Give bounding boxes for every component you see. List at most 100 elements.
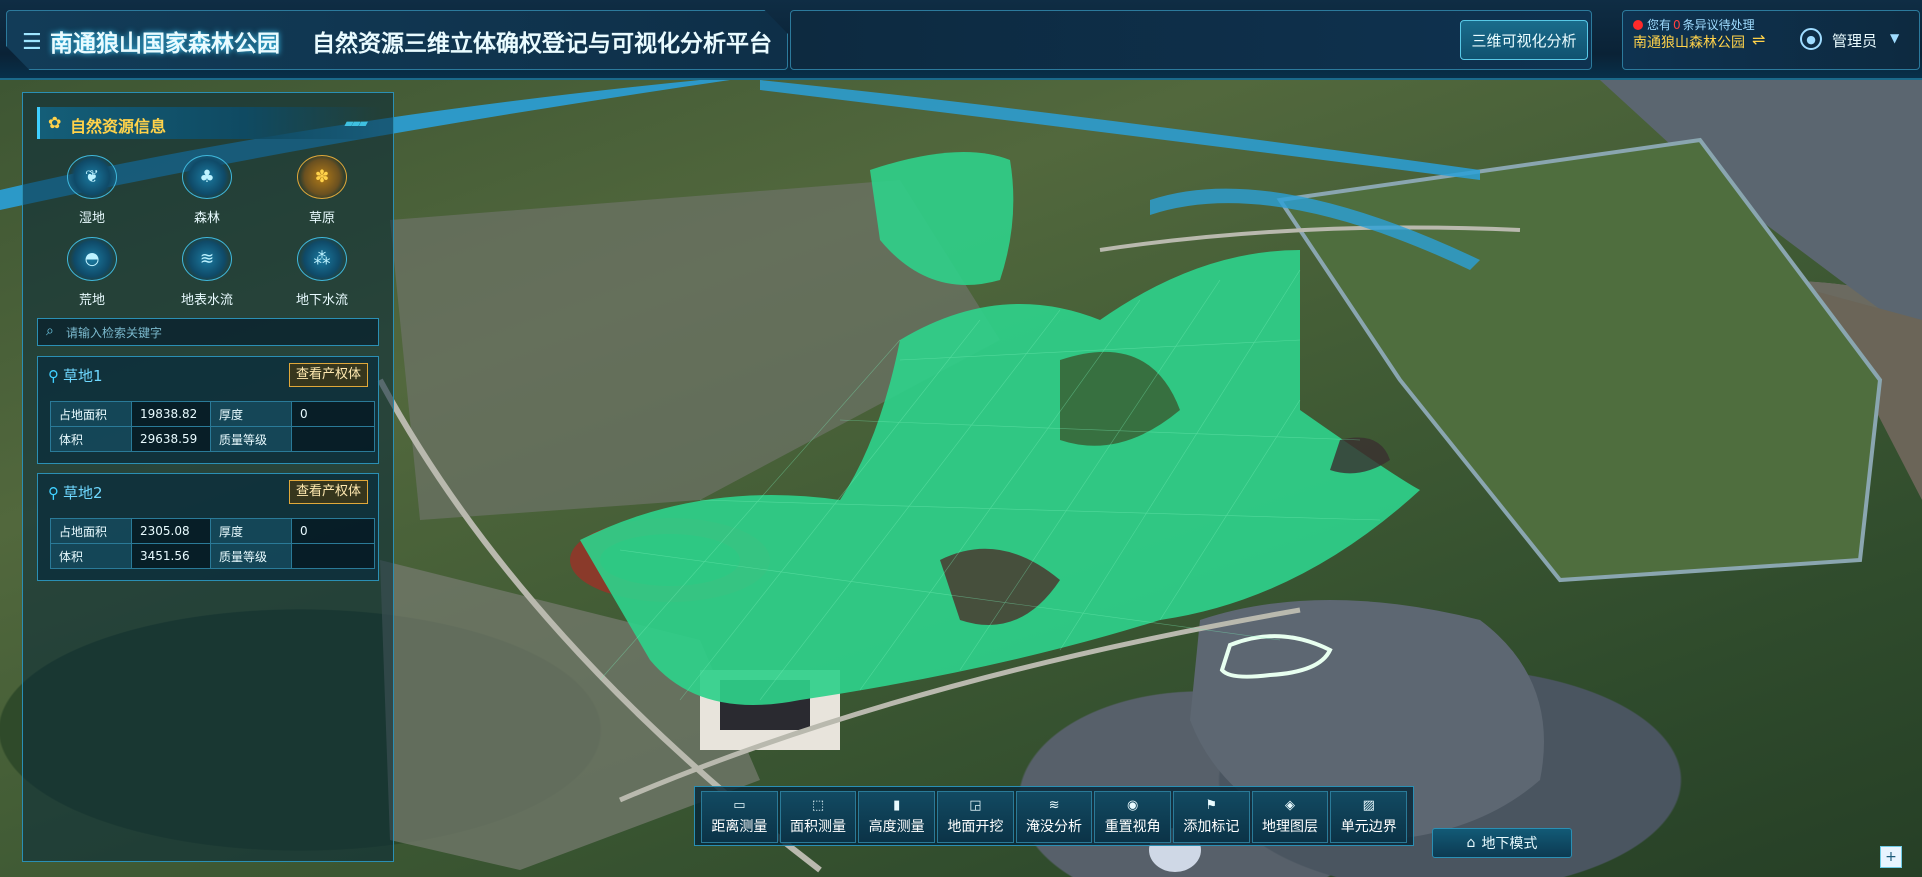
grassland-icon: ✽ (297, 155, 347, 199)
alert-dot-icon (1633, 20, 1643, 30)
grassland-card-2[interactable]: ⚲ 草地2 查看产权体 占地面积 2305.08 厚度 0 体积 3451.56 … (37, 473, 379, 581)
category-surface-water[interactable]: ≋ 地表水流 (152, 237, 262, 308)
volume-value: 3451.56 (131, 543, 211, 569)
tool-reset-view[interactable]: ◉ 重置视角 (1094, 791, 1172, 843)
thickness-value: 0 (291, 518, 375, 544)
platform-title: 自然资源三维立体确权登记与可视化分析平台 (312, 31, 772, 57)
quality-value (291, 543, 375, 569)
notice-suffix: 条异议待处理 (1682, 18, 1755, 32)
card-title-text: 草地1 (63, 367, 103, 385)
underground-mode-button[interactable]: ⌂ 地下模式 (1432, 828, 1572, 858)
card-title: ⚲ 草地1 (48, 365, 103, 386)
wetland-icon: ❦ (67, 155, 117, 199)
area-value: 2305.08 (131, 518, 211, 544)
search-input[interactable] (64, 322, 368, 344)
view-property-button[interactable]: 查看产权体 (288, 363, 368, 387)
category-wetland[interactable]: ❦ 湿地 (37, 155, 147, 226)
category-wasteland[interactable]: ◓ 荒地 (37, 237, 147, 308)
top-bar: ☰ 南通狼山国家森林公园 自然资源三维立体确权登记与可视化分析平台 三维可视化分… (0, 0, 1922, 80)
tool-label: 距离测量 (711, 819, 768, 835)
excavate-icon: ◲ (969, 798, 982, 813)
reset-view-icon: ◉ (1127, 798, 1139, 813)
tool-excavate[interactable]: ◲ 地面开挖 (937, 791, 1014, 843)
area-icon: ⬚ (811, 798, 825, 813)
area-label: 占地面积 (50, 401, 132, 427)
tool-label: 重置视角 (1104, 819, 1161, 835)
property-table: 占地面积 2305.08 厚度 0 体积 3451.56 质量等级 (50, 518, 375, 569)
decorative-stripes: ▰▰▰ (344, 116, 368, 130)
tool-label: 地理图层 (1262, 819, 1319, 835)
zoom-plus-icon[interactable]: + (1880, 846, 1902, 868)
chevron-down-icon[interactable]: ▼ (1890, 31, 1899, 45)
category-label: 草原 (308, 211, 335, 226)
tool-area-measure[interactable]: ⬚ 面积测量 (779, 791, 857, 843)
category-label: 地下水流 (295, 293, 348, 308)
org-name: 南通狼山森林公园 (1633, 35, 1745, 51)
card-title: ⚲ 草地2 (48, 482, 103, 503)
quality-value (291, 426, 375, 452)
view-property-button[interactable]: 查看产权体 (288, 480, 368, 504)
volume-value: 29638.59 (131, 426, 211, 452)
notice-prefix: 您有 (1647, 18, 1672, 32)
park-name: 南通狼山国家森林公园 (50, 31, 280, 57)
volume-label: 体积 (50, 426, 132, 452)
location-pin-icon: ⚲ (48, 484, 59, 502)
category-label: 荒地 (78, 293, 105, 308)
category-label: 地表水流 (180, 293, 233, 308)
thickness-label: 厚度 (210, 401, 292, 427)
tool-geo-layers[interactable]: ◈ 地理图层 (1251, 791, 1329, 843)
resource-icon: ✿ (48, 113, 62, 132)
natural-resource-panel: ✿ 自然资源信息 ▰▰▰ ❦ 湿地 ♣ 森林 ✽ 草原 ◓ 荒地 ≋ 地表水流 … (22, 92, 394, 862)
tool-label: 地面开挖 (947, 819, 1004, 835)
tool-add-marker[interactable]: ⚑ 添加标记 (1173, 791, 1250, 843)
tool-flood-analysis[interactable]: ≋ 淹没分析 (1015, 791, 1093, 843)
search-icon[interactable]: ⌕ (46, 323, 54, 339)
surface-water-icon: ≋ (182, 237, 232, 281)
tool-label: 添加标记 (1183, 819, 1240, 835)
3d-analysis-button[interactable]: 三维可视化分析 (1460, 20, 1588, 60)
flag-icon: ⚑ (1205, 798, 1218, 813)
height-icon: ▮ (893, 798, 901, 813)
property-table: 占地面积 19838.82 厚度 0 体积 29638.59 质量等级 (50, 401, 375, 452)
tool-distance-measure[interactable]: ▭ 距离测量 (701, 791, 778, 843)
category-label: 湿地 (78, 211, 105, 226)
panel-title: 自然资源信息 (70, 117, 167, 136)
forest-icon: ♣ (182, 155, 232, 199)
category-label: 森林 (193, 211, 220, 226)
tool-label: 单元边界 (1340, 819, 1397, 835)
switch-org-icon[interactable]: ⇌ (1752, 30, 1765, 49)
flood-icon: ≋ (1048, 798, 1060, 813)
underground-icon: ⌂ (1466, 835, 1476, 851)
tool-height-measure[interactable]: ▮ 高度测量 (858, 791, 936, 843)
panel-header: ✿ 自然资源信息 ▰▰▰ (37, 107, 382, 139)
area-value: 19838.82 (131, 401, 211, 427)
tool-label: 面积测量 (790, 819, 846, 835)
category-groundwater[interactable]: ⁂ 地下水流 (267, 237, 377, 308)
tool-label: 淹没分析 (1026, 819, 1083, 835)
admin-name[interactable]: 管理员 (1832, 30, 1877, 51)
ruler-icon: ▭ (733, 798, 746, 813)
menu-icon[interactable]: ☰ (22, 30, 42, 55)
tool-unit-boundary[interactable]: ▨ 单元边界 (1330, 791, 1408, 843)
underground-label: 地下模式 (1481, 836, 1538, 852)
thickness-value: 0 (291, 401, 375, 427)
grassland-card-1[interactable]: ⚲ 草地1 查看产权体 占地面积 19838.82 厚度 0 体积 29638.5… (37, 356, 379, 464)
tool-label: 高度测量 (868, 819, 925, 835)
map-toolbar: ▭ 距离测量 ⬚ 面积测量 ▮ 高度测量 ◲ 地面开挖 ≋ 淹没分析 ◉ 重置视… (694, 786, 1414, 846)
thickness-label: 厚度 (210, 518, 292, 544)
category-grassland[interactable]: ✽ 草原 (267, 155, 377, 226)
quality-label: 质量等级 (210, 426, 292, 452)
card-title-text: 草地2 (63, 484, 103, 502)
category-forest[interactable]: ♣ 森林 (152, 155, 262, 226)
quality-label: 质量等级 (210, 543, 292, 569)
pipeline (760, 80, 1480, 180)
groundwater-icon: ⁂ (297, 237, 347, 281)
user-avatar-icon[interactable]: ● (1800, 28, 1822, 50)
boundary-icon: ▨ (1362, 798, 1375, 813)
layers-icon: ◈ (1285, 798, 1296, 813)
volume-label: 体积 (50, 543, 132, 569)
area-label: 占地面积 (50, 518, 132, 544)
search-box: ⌕ (37, 318, 379, 346)
notice-count: 0 (1673, 18, 1681, 32)
objection-notice[interactable]: 您有 0 条异议待处理 (1633, 16, 1755, 33)
